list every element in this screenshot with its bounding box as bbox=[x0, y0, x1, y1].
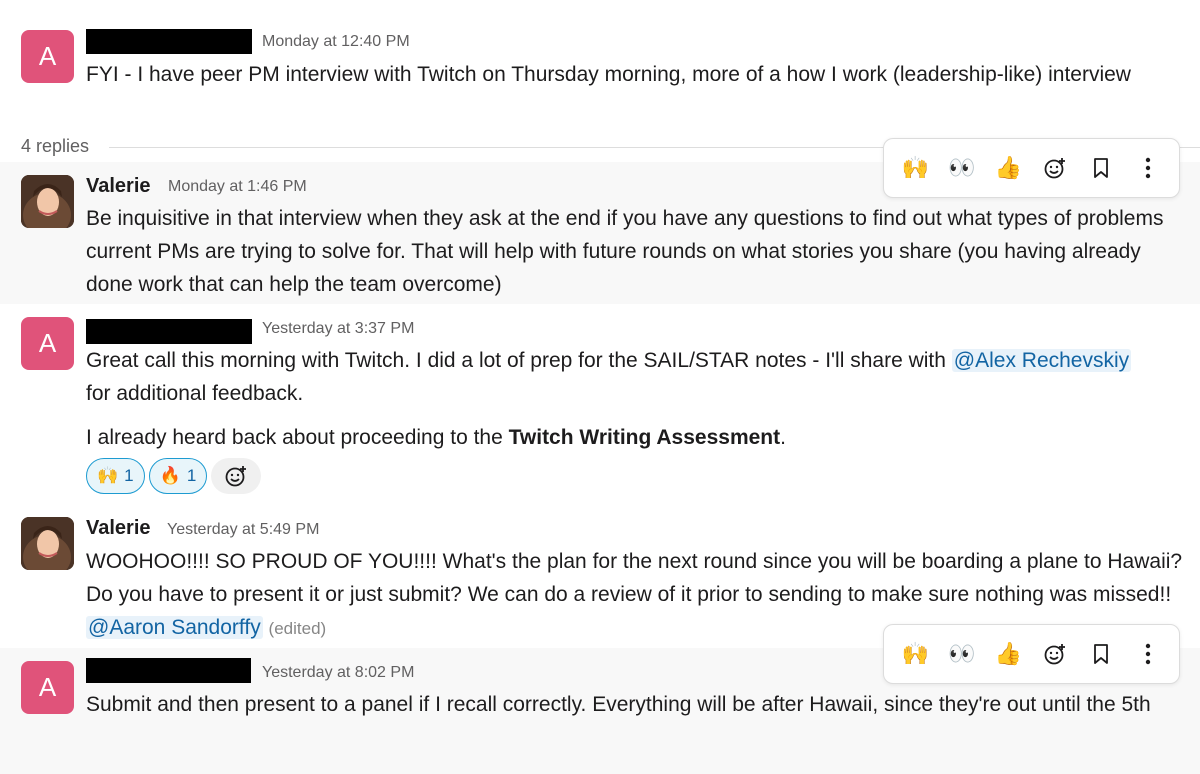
message-timestamp[interactable]: Yesterday at 3:37 PM bbox=[262, 320, 414, 338]
eyes-icon[interactable]: 👀 bbox=[944, 150, 980, 186]
message-text-part: WOOHOO!!!! SO PROUD OF YOU!!!! What's th… bbox=[86, 550, 1183, 606]
bookmark-icon[interactable] bbox=[1083, 636, 1119, 672]
thumbs-up-icon[interactable]: 👍 bbox=[990, 150, 1026, 186]
message-timestamp[interactable]: Yesterday at 5:49 PM bbox=[167, 521, 319, 539]
reaction-count: 1 bbox=[186, 466, 197, 485]
avatar[interactable] bbox=[21, 517, 74, 570]
message-text-part: . bbox=[780, 426, 786, 449]
author-name[interactable]: Valerie bbox=[86, 517, 151, 540]
avatar[interactable]: A bbox=[21, 661, 74, 714]
message-actions-toolbar: 🙌 👀 👍 bbox=[883, 138, 1180, 198]
message-text: Great call this morning with Twitch. I d… bbox=[86, 344, 1186, 410]
fire-icon: 🔥 bbox=[159, 466, 181, 485]
raising-hands-icon[interactable]: 🙌 bbox=[897, 150, 933, 186]
bold-text: Twitch Writing Assessment bbox=[508, 426, 781, 449]
more-actions-icon[interactable] bbox=[1130, 150, 1166, 186]
message-1: A Monday at 12:40 PM FYI - I have peer P… bbox=[0, 0, 1200, 130]
reaction-raising-hands[interactable]: 🙌 1 bbox=[86, 458, 145, 494]
bookmark-icon[interactable] bbox=[1083, 150, 1119, 186]
avatar[interactable]: A bbox=[21, 30, 74, 83]
add-reaction-icon[interactable] bbox=[1037, 150, 1073, 186]
message-timestamp[interactable]: Monday at 1:46 PM bbox=[168, 178, 307, 196]
reaction-fire[interactable]: 🔥 1 bbox=[148, 458, 208, 494]
reaction-count: 1 bbox=[124, 466, 134, 485]
author-name[interactable]: Valerie bbox=[86, 175, 151, 198]
message-text-part: Great call this morning with Twitch. I d… bbox=[86, 349, 952, 372]
raising-hands-icon: 🙌 bbox=[97, 466, 119, 485]
message-timestamp[interactable]: Yesterday at 8:02 PM bbox=[262, 664, 414, 682]
avatar[interactable] bbox=[21, 175, 74, 228]
message-paragraph: I already heard back about proceeding to… bbox=[86, 421, 1186, 454]
message-timestamp[interactable]: Monday at 12:40 PM bbox=[262, 33, 410, 51]
redacted-author-name bbox=[86, 29, 252, 54]
user-mention[interactable]: @Alex Rechevskiy bbox=[951, 349, 1132, 372]
raising-hands-icon[interactable]: 🙌 bbox=[897, 636, 933, 672]
user-mention[interactable]: @Aaron Sandorffy bbox=[86, 616, 263, 639]
more-actions-icon[interactable] bbox=[1130, 636, 1166, 672]
message-text-part: for additional feedback. bbox=[86, 382, 304, 405]
edited-label: (edited) bbox=[268, 619, 327, 638]
message-text: Be inquisitive in that interview when th… bbox=[86, 207, 1164, 296]
redacted-author-name bbox=[86, 319, 252, 344]
message-actions-toolbar: 🙌 👀 👍 bbox=[883, 624, 1180, 684]
message-text: FYI - I have peer PM interview with Twit… bbox=[86, 63, 1131, 86]
eyes-icon[interactable]: 👀 bbox=[944, 636, 980, 672]
avatar[interactable]: A bbox=[21, 317, 74, 370]
reactions-bar: 🙌 1 🔥 1 bbox=[86, 458, 262, 494]
message-text: Submit and then present to a panel if I … bbox=[86, 693, 1151, 716]
thumbs-up-icon[interactable]: 👍 bbox=[990, 636, 1026, 672]
message-text-part: I already heard back about proceeding to… bbox=[86, 426, 509, 449]
redacted-author-name bbox=[86, 658, 251, 683]
add-reaction-button[interactable] bbox=[211, 458, 262, 494]
add-reaction-icon bbox=[225, 466, 247, 487]
add-reaction-icon[interactable] bbox=[1037, 636, 1073, 672]
replies-count: 4 replies bbox=[21, 136, 90, 156]
